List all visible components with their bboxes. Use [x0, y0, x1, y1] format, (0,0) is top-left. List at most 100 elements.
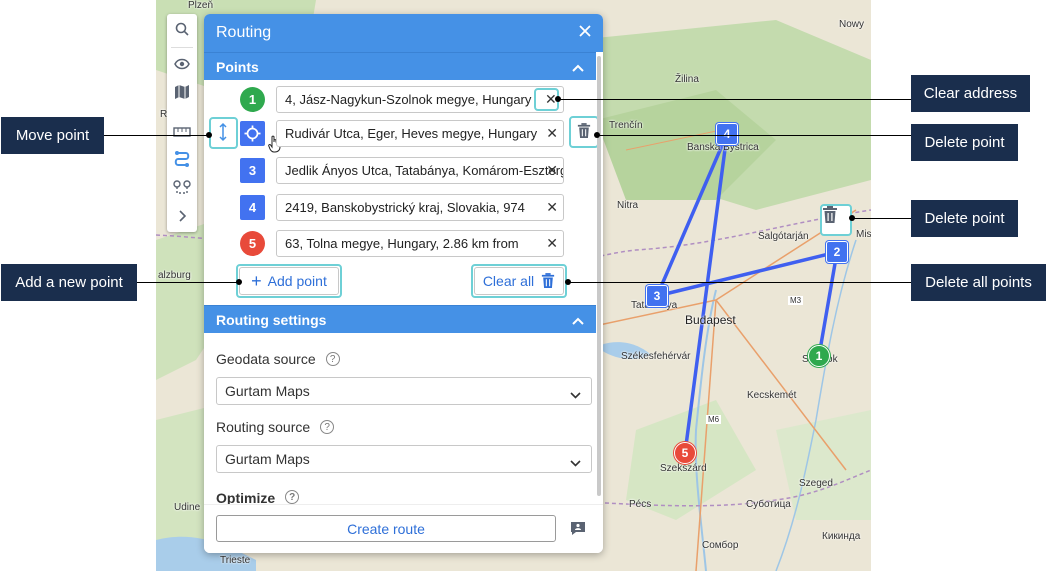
optimize-label: Optimize ? [216, 490, 300, 504]
routing-settings-header[interactable]: Routing settings [204, 305, 596, 333]
add-point-button[interactable]: + Add point [239, 267, 339, 295]
panel-header: Routing [204, 14, 603, 52]
city-label: Mis [856, 229, 871, 240]
callout-dot [206, 132, 212, 138]
points-section-header[interactable]: Points [204, 52, 596, 80]
plus-icon: + [251, 270, 262, 291]
geodata-source-select[interactable]: Gurtam Maps [216, 377, 592, 405]
geodata-source-value: Gurtam Maps [225, 383, 310, 399]
create-route-label: Create route [347, 520, 425, 537]
help-icon[interactable]: ? [320, 420, 335, 434]
road-label: M3 [788, 296, 804, 305]
callout-dot [236, 279, 242, 285]
city-label: Szeged [799, 478, 833, 489]
clear-all-label: Clear all [482, 273, 535, 289]
callout-delete-all-points: Delete all points [911, 264, 1046, 301]
point-address-text: Jedlik Ányos Utca, Tatabánya, Komárom-Es… [285, 163, 564, 178]
city-label: Szekszárd [660, 463, 707, 474]
point-address-input[interactable]: 4, Jász-Nagykun-Szolnok megye, Hungary [276, 86, 564, 113]
clear-all-button[interactable]: Clear all [474, 267, 564, 295]
callout-dot [849, 215, 855, 221]
chevron-down-icon [570, 386, 581, 402]
point-number-badge: 3 [240, 158, 265, 183]
city-label: Budapest [685, 313, 736, 327]
city-label: Сомбор [702, 540, 739, 551]
panel-title: Routing [216, 24, 272, 41]
chevron-down-icon [570, 454, 581, 470]
callout-leader [137, 282, 239, 283]
points-section-title: Points [216, 58, 259, 75]
city-label: Kecskemét [747, 390, 797, 401]
point-address-input[interactable]: Rudivár Utca, Eger, Heves megye, Hungary… [276, 120, 564, 147]
routing-source-label: Routing source ? [216, 419, 335, 435]
routing-panel: Routing Points 1 4, Jász-Nagykun-Szolnok… [204, 14, 603, 553]
point-number-badge: 4 [240, 195, 265, 220]
callout-dot [565, 279, 571, 285]
city-label: Trenčín [609, 120, 643, 131]
clear-address-icon[interactable]: ✕ [546, 163, 558, 177]
search-icon[interactable] [170, 17, 194, 41]
callout-delete-point-map: Delete point [911, 200, 1018, 237]
map-delete-point-button[interactable] [820, 204, 852, 236]
route-marker-4[interactable]: 4 [716, 123, 738, 145]
callout-dot [594, 132, 600, 138]
point-address-text: Rudivár Utca, Eger, Heves megye, Hungary [285, 126, 538, 141]
callout-add-new-point: Add a new point [1, 264, 137, 301]
locate-point-button[interactable] [240, 121, 265, 146]
route-icon[interactable] [170, 148, 194, 172]
trash-icon [823, 206, 837, 223]
city-label: Plzeň [188, 0, 214, 11]
report-icon[interactable] [570, 521, 586, 541]
measure-icon[interactable] [170, 118, 194, 142]
city-label: Székesfehérvár [621, 351, 691, 362]
routing-source-value: Gurtam Maps [225, 451, 310, 467]
geodata-source-label: Geodata source ? [216, 351, 340, 367]
route-marker-1[interactable]: 1 [808, 345, 830, 367]
chevron-right-icon[interactable] [170, 204, 194, 228]
city-label: Кикинда [822, 531, 861, 542]
clear-address-icon[interactable]: ✕ [546, 200, 558, 214]
city-label: Salgótarján [758, 231, 809, 242]
chevron-up-icon[interactable] [572, 59, 584, 75]
clear-address-icon[interactable]: ✕ [546, 236, 558, 250]
road-label: M6 [706, 415, 722, 424]
waypoints-icon[interactable] [170, 176, 194, 200]
crosshair-icon [244, 125, 261, 142]
routing-source-select[interactable]: Gurtam Maps [216, 445, 592, 473]
point-address-input[interactable]: 63, Tolna megye, Hungary, 2.86 km from ✕ [276, 230, 564, 257]
point-address-input[interactable]: 2419, Banskobystrický kraj, Slovakia, 97… [276, 194, 564, 221]
trash-icon [541, 273, 555, 289]
eye-icon[interactable] [170, 52, 194, 76]
help-icon[interactable]: ? [325, 352, 340, 366]
route-marker-3[interactable]: 3 [646, 285, 668, 307]
point-address-text: 2419, Banskobystrický kraj, Slovakia, 97… [285, 200, 525, 215]
route-marker-2[interactable]: 2 [826, 241, 848, 263]
close-icon[interactable] [579, 24, 591, 42]
help-icon[interactable]: ? [285, 490, 300, 504]
callout-leader [104, 135, 209, 136]
map-layers-icon[interactable] [170, 80, 194, 104]
drag-handle-icon[interactable] [219, 122, 227, 147]
city-label: Суботица [746, 499, 791, 510]
city-label: Nowy [839, 19, 865, 30]
create-route-button[interactable]: Create route [216, 515, 556, 542]
route-marker-5[interactable]: 5 [674, 442, 696, 464]
point-number-badge: 1 [240, 87, 265, 112]
city-label: Trieste [220, 555, 251, 566]
add-point-label: Add point [267, 273, 327, 289]
routing-source-text: Routing source [216, 419, 311, 435]
point-address-input[interactable]: Jedlik Ányos Utca, Tatabánya, Komárom-Es… [276, 157, 564, 184]
panel-scrollbar[interactable] [597, 56, 601, 496]
callout-clear-address: Clear address [911, 75, 1030, 112]
callout-dot [555, 96, 561, 102]
routing-settings-title: Routing settings [216, 311, 327, 328]
clear-address-icon[interactable]: ✕ [546, 126, 558, 140]
optimize-text: Optimize [216, 490, 276, 504]
panel-footer: Create route [204, 504, 603, 553]
callout-leader [597, 135, 912, 136]
city-label: Nitra [617, 200, 639, 211]
callout-move-point: Move point [1, 117, 104, 154]
city-label: alzburg [158, 270, 191, 281]
delete-point-icon[interactable] [577, 123, 591, 144]
chevron-up-icon[interactable] [572, 312, 584, 328]
